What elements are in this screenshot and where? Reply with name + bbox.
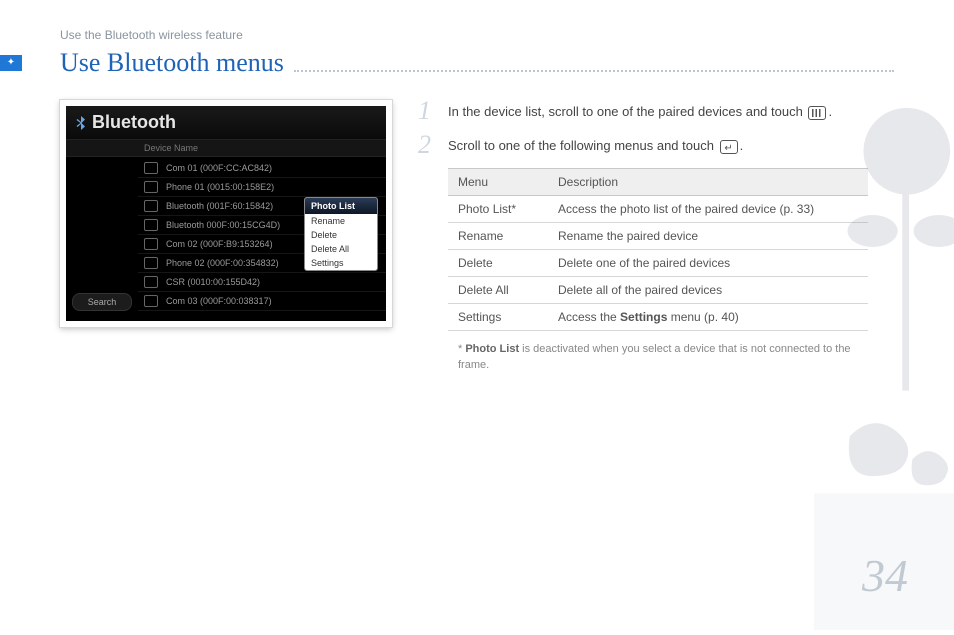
device-icon <box>144 219 158 231</box>
title-dots <box>294 70 894 72</box>
screenshot-body: Com 01 (000F:CC:AC842) Phone 01 (0015:00:… <box>66 157 386 317</box>
screenshot-column-header: Device Name <box>66 140 386 157</box>
menu-button-icon <box>808 106 826 120</box>
device-icon <box>144 276 158 288</box>
section-marker-icon: ✦ <box>0 55 22 71</box>
menu-desc: Access the photo list of the paired devi… <box>548 196 868 223</box>
step-text: In the device list, scroll to one of the… <box>448 100 832 122</box>
device-label: Com 03 (000F:00:038317) <box>166 296 272 306</box>
context-menu-item[interactable]: Settings <box>305 256 377 270</box>
device-label: Bluetooth 000F:00:15CG4D) <box>166 220 280 230</box>
menu-name: Rename <box>448 223 548 250</box>
search-button[interactable]: Search <box>72 293 132 311</box>
device-row[interactable]: Com 01 (000F:CC:AC842) <box>138 159 386 178</box>
device-icon <box>144 295 158 307</box>
bluetooth-icon <box>76 116 86 130</box>
device-icon <box>144 257 158 269</box>
step-number: 2 <box>418 134 440 156</box>
table-header-menu: Menu <box>448 169 548 196</box>
menu-desc: Delete all of the paired devices <box>548 277 868 304</box>
context-menu-item[interactable]: Delete All <box>305 242 377 256</box>
menu-desc: Access the Settings menu (p. 40) <box>548 304 868 331</box>
device-icon <box>144 238 158 250</box>
device-label: Com 01 (000F:CC:AC842) <box>166 163 272 173</box>
step-text: Scroll to one of the following menus and… <box>448 134 743 156</box>
device-label: Phone 01 (0015:00:158E2) <box>166 182 274 192</box>
screenshot-title: Bluetooth <box>92 112 176 133</box>
device-screenshot: Bluetooth Device Name Com 01 (000F:CC:AC… <box>60 100 392 327</box>
table-row: Delete AllDelete all of the paired devic… <box>448 277 868 304</box>
device-label: Phone 02 (000F:00:354832) <box>166 258 279 268</box>
menu-table: Menu Description Photo List*Access the p… <box>448 168 868 331</box>
menu-name: Settings <box>448 304 548 331</box>
page-number: 34 <box>862 549 908 602</box>
device-icon <box>144 200 158 212</box>
context-menu-header[interactable]: Photo List <box>305 198 377 214</box>
content: Bluetooth Device Name Com 01 (000F:CC:AC… <box>60 100 914 373</box>
context-menu: Photo List RenameDeleteDelete AllSetting… <box>304 197 378 271</box>
screenshot-header: Bluetooth <box>66 106 386 140</box>
page-title: Use Bluetooth menus <box>60 48 284 78</box>
table-header-desc: Description <box>548 169 868 196</box>
table-row: DeleteDelete one of the paired devices <box>448 250 868 277</box>
title-row: ✦ Use Bluetooth menus <box>0 48 914 78</box>
device-row[interactable]: CSR (0010:00:155D42) <box>138 273 386 292</box>
table-row: RenameRename the paired device <box>448 223 868 250</box>
device-row[interactable]: Phone 01 (0015:00:158E2) <box>138 178 386 197</box>
menu-desc: Delete one of the paired devices <box>548 250 868 277</box>
device-icon <box>144 181 158 193</box>
device-label: Com 02 (000F:B9:153264) <box>166 239 273 249</box>
device-row[interactable]: Com 03 (000F:00:038317) <box>138 292 386 311</box>
menu-name: Delete <box>448 250 548 277</box>
menu-name: Delete All <box>448 277 548 304</box>
page: Use the Bluetooth wireless feature ✦ Use… <box>0 0 954 630</box>
step: 1 In the device list, scroll to one of th… <box>418 100 914 122</box>
device-label: Bluetooth (001F:60:15842) <box>166 201 273 211</box>
context-menu-item[interactable]: Rename <box>305 214 377 228</box>
context-menu-item[interactable]: Delete <box>305 228 377 242</box>
menu-name: Photo List* <box>448 196 548 223</box>
device-icon <box>144 162 158 174</box>
instructions: 1 In the device list, scroll to one of th… <box>418 100 914 373</box>
enter-button-icon <box>720 140 738 154</box>
menu-desc: Rename the paired device <box>548 223 868 250</box>
footnote: * Photo List is deactivated when you sel… <box>458 341 868 373</box>
step-number: 1 <box>418 100 440 122</box>
step: 2 Scroll to one of the following menus an… <box>418 134 914 156</box>
table-row: SettingsAccess the Settings menu (p. 40) <box>448 304 868 331</box>
device-label: CSR (0010:00:155D42) <box>166 277 260 287</box>
table-row: Photo List*Access the photo list of the … <box>448 196 868 223</box>
breadcrumb: Use the Bluetooth wireless feature <box>60 28 914 42</box>
